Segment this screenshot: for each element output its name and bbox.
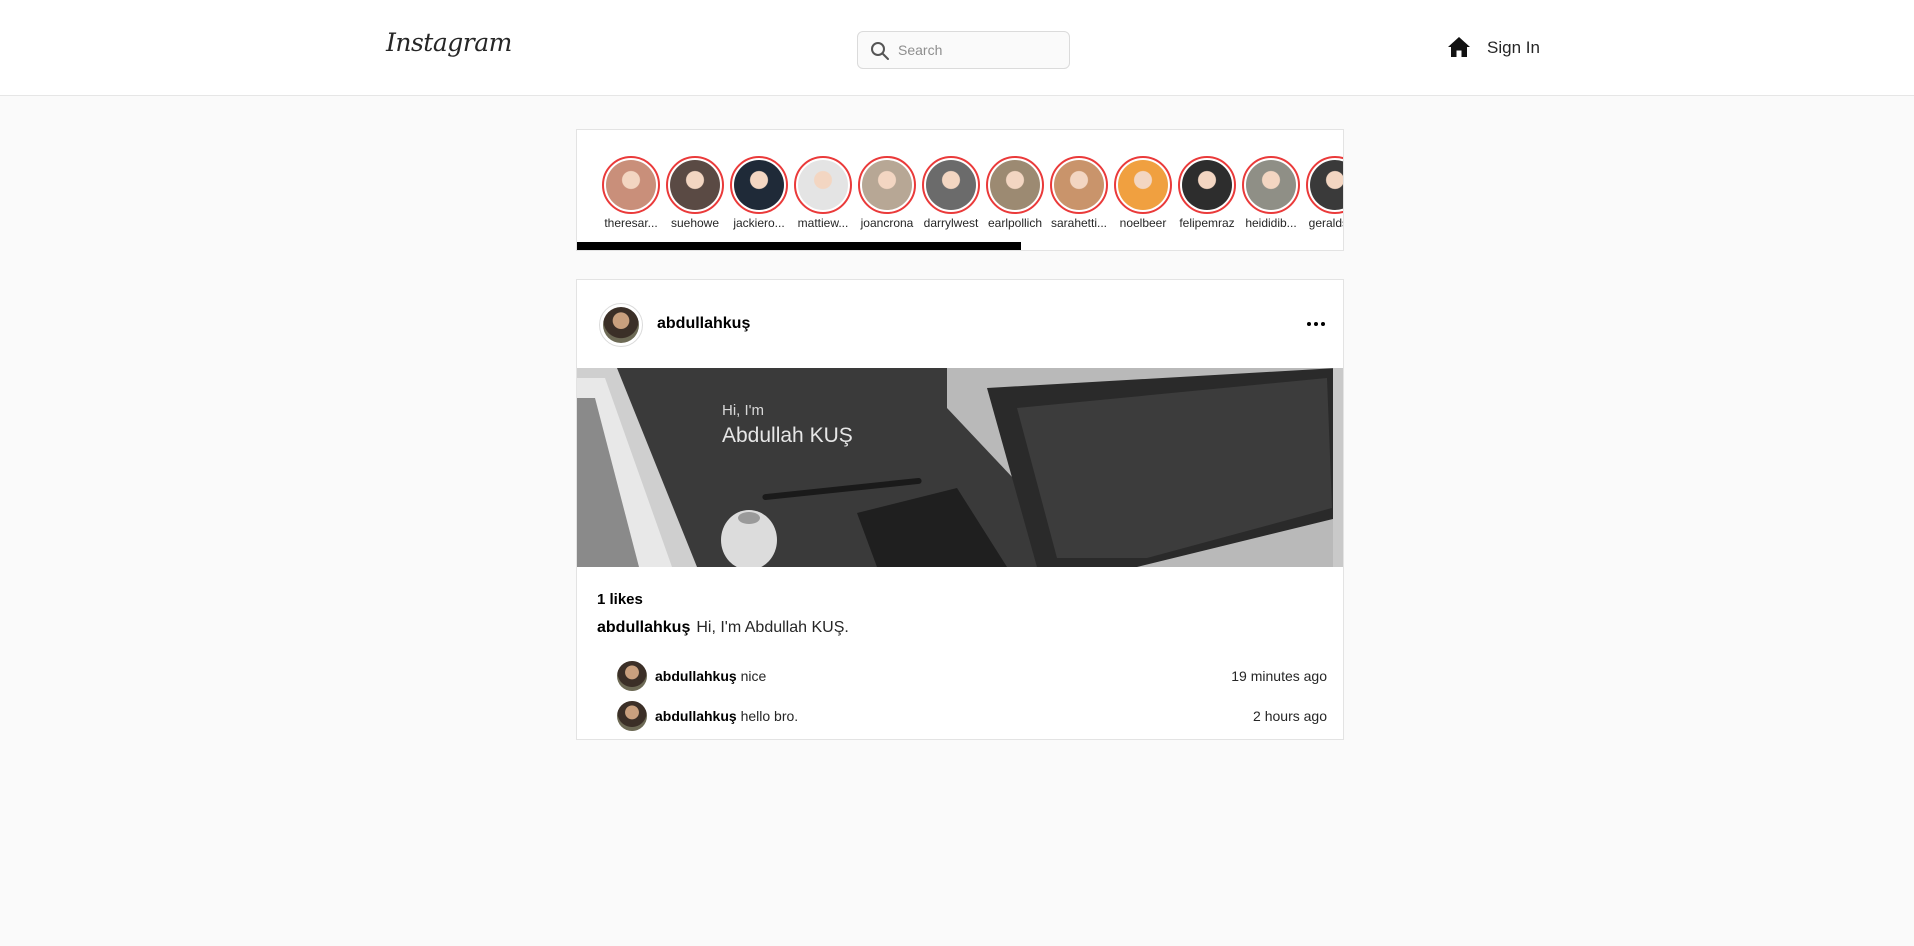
search-box[interactable] xyxy=(857,31,1070,69)
story-username: earlpollich xyxy=(987,216,1043,230)
story-avatar xyxy=(1246,160,1296,210)
story-item[interactable]: sarahetti... xyxy=(1047,156,1111,230)
caption-text: Hi, I'm Abdullah KUŞ. xyxy=(696,619,849,636)
story-item[interactable]: jackiero... xyxy=(727,156,791,230)
post-author-avatar[interactable] xyxy=(599,303,643,347)
home-icon[interactable] xyxy=(1447,36,1471,58)
story-item[interactable]: mattiew... xyxy=(791,156,855,230)
story-avatar xyxy=(798,160,848,210)
story-username: mattiew... xyxy=(797,216,849,230)
sign-in-link[interactable]: Sign In xyxy=(1487,38,1540,58)
story-avatar-ring[interactable] xyxy=(858,156,916,214)
comment-text: hello bro. xyxy=(740,708,799,724)
story-avatar xyxy=(1118,160,1168,210)
story-item[interactable]: geraldst... xyxy=(1303,156,1343,230)
instagram-logo[interactable]: Instagram xyxy=(386,28,512,57)
story-avatar xyxy=(606,160,656,210)
story-avatar-ring[interactable] xyxy=(922,156,980,214)
more-options-icon[interactable] xyxy=(1304,312,1328,336)
story-item[interactable]: noelbeer xyxy=(1111,156,1175,230)
story-avatar-ring[interactable] xyxy=(986,156,1044,214)
like-count[interactable]: 1 likes xyxy=(597,591,643,608)
comment-item: abdullahkuş nice 19 minutes ago xyxy=(617,661,1327,691)
story-avatar xyxy=(670,160,720,210)
story-avatar-ring[interactable] xyxy=(1114,156,1172,214)
stories-scrollbar-thumb[interactable] xyxy=(577,242,1022,250)
comment-username[interactable]: abdullahkuş xyxy=(655,668,737,684)
desk-laptop-picture xyxy=(577,368,1343,567)
story-username: noelbeer xyxy=(1119,216,1167,230)
post-author-username[interactable]: abdullahkuş xyxy=(657,315,750,333)
story-username: theresar... xyxy=(604,216,658,230)
comment-username[interactable]: abdullahkuş xyxy=(655,708,737,724)
comment-avatar[interactable] xyxy=(617,661,647,691)
story-avatar-ring[interactable] xyxy=(602,156,660,214)
story-username: darrylwest xyxy=(923,216,979,230)
story-username: felipemraz xyxy=(1179,216,1235,230)
story-item[interactable]: earlpollich xyxy=(983,156,1047,230)
story-item[interactable]: felipemraz xyxy=(1175,156,1239,230)
story-avatar xyxy=(862,160,912,210)
story-avatar-ring[interactable] xyxy=(666,156,724,214)
story-avatar-ring[interactable] xyxy=(1050,156,1108,214)
story-username: joancrona xyxy=(860,216,914,230)
comment-text: nice xyxy=(740,668,767,684)
story-avatar xyxy=(1054,160,1104,210)
story-username: heididib... xyxy=(1245,216,1297,230)
story-item[interactable]: heididib... xyxy=(1239,156,1303,230)
story-item[interactable]: darrylwest xyxy=(919,156,983,230)
comment-time: 2 hours ago xyxy=(1253,708,1327,724)
story-avatar xyxy=(734,160,784,210)
story-avatar-ring[interactable] xyxy=(1178,156,1236,214)
comment-time: 19 minutes ago xyxy=(1231,668,1327,684)
top-navigation-bar: Instagram Sign In xyxy=(0,0,1914,96)
stories-scrollbar-track[interactable] xyxy=(577,242,1343,250)
search-input[interactable] xyxy=(898,32,1064,68)
search-icon xyxy=(871,42,889,60)
story-avatar xyxy=(926,160,976,210)
story-avatar-ring[interactable] xyxy=(730,156,788,214)
story-avatar xyxy=(990,160,1040,210)
story-username: jackiero... xyxy=(733,216,785,230)
image-name-text: Abdullah KUŞ xyxy=(722,424,853,447)
comment-item: abdullahkuş hello bro. 2 hours ago xyxy=(617,701,1327,731)
post-image[interactable]: Hi, I'm Abdullah KUŞ xyxy=(577,368,1343,567)
image-greeting-text: Hi, I'm xyxy=(722,402,765,419)
caption-username[interactable]: abdullahkuş xyxy=(597,619,690,636)
story-avatar-ring[interactable] xyxy=(1306,156,1343,214)
story-avatar xyxy=(1182,160,1232,210)
story-avatar-ring[interactable] xyxy=(1242,156,1300,214)
post-card: abdullahkuş Hi, I'm Abdullah KUŞ 1 likes xyxy=(576,279,1344,740)
story-username: suehowe xyxy=(670,216,720,230)
story-username: sarahetti... xyxy=(1050,216,1108,230)
comment-avatar[interactable] xyxy=(617,701,647,731)
story-username: geraldst... xyxy=(1308,216,1343,230)
stories-bar[interactable]: theresar... suehowe jackiero... mattiew... j… xyxy=(576,129,1344,251)
story-item[interactable]: joancrona xyxy=(855,156,919,230)
story-item[interactable]: theresar... xyxy=(599,156,663,230)
post-caption: abdullahkuş Hi, I'm Abdullah KUŞ. xyxy=(597,619,849,637)
story-avatar xyxy=(1310,160,1343,210)
story-item[interactable]: suehowe xyxy=(663,156,727,230)
story-avatar-ring[interactable] xyxy=(794,156,852,214)
